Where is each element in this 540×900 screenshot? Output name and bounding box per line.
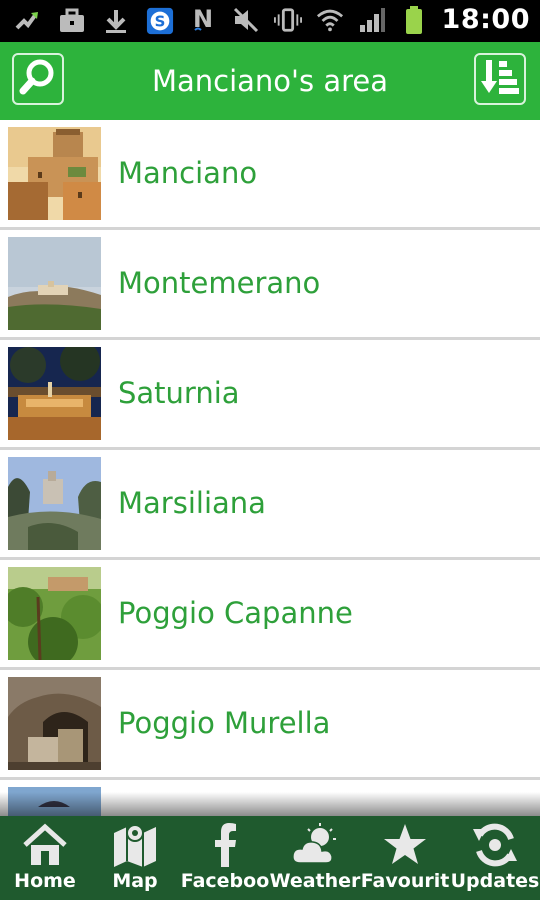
tab-label: Faceboo	[180, 870, 270, 892]
list-item-label: Manciano	[118, 156, 258, 190]
tab-label: Weather	[269, 870, 361, 892]
thumbnail-image	[8, 457, 101, 550]
clock: 18:00	[441, 4, 530, 35]
svg-text:S: S	[155, 13, 166, 31]
tab-label: Updates	[450, 870, 540, 892]
list-item-label: Poggio Capanne	[118, 596, 353, 630]
refresh-icon	[470, 820, 520, 870]
thumbnail-image	[8, 567, 101, 660]
list-item[interactable]: Saturnia	[0, 340, 540, 450]
system-icons: N 18:00	[190, 4, 530, 35]
vibrate-icon	[273, 5, 302, 35]
list-item-label: Montemerano	[118, 266, 321, 300]
tab-home[interactable]: Home	[0, 816, 90, 900]
thumbnail-image	[8, 347, 101, 440]
facebook-icon	[200, 820, 250, 870]
signal-icon	[358, 5, 386, 35]
search-button[interactable]	[12, 53, 64, 105]
tab-weather[interactable]: Weather	[270, 816, 360, 900]
nfc-icon: N	[190, 5, 218, 35]
tab-label: Favourit	[360, 870, 450, 892]
list-item-label: Poggio Murella	[118, 706, 331, 740]
tab-label: Map	[112, 870, 158, 892]
home-icon	[20, 820, 70, 870]
skype-icon: S	[146, 6, 174, 36]
status-bar: S N 18:00	[0, 0, 540, 42]
list-item[interactable]: Montemerano	[0, 230, 540, 340]
usb-debug-icon	[14, 6, 42, 36]
bottom-tab-bar: Home Map Faceboo Weather Favourit Update…	[0, 816, 540, 900]
battery-icon	[400, 5, 428, 35]
tab-favourites[interactable]: Favourit	[360, 816, 450, 900]
list-item[interactable]: Poggio Murella	[0, 670, 540, 780]
thumbnail-image	[8, 677, 101, 770]
tab-updates[interactable]: Updates	[450, 816, 540, 900]
place-list: Manciano Montemerano Saturnia Marsiliana…	[0, 120, 540, 816]
sort-list-icon	[479, 57, 521, 101]
tab-facebook[interactable]: Faceboo	[180, 816, 270, 900]
weather-icon	[290, 820, 340, 870]
briefcase-icon	[58, 6, 86, 36]
thumbnail-image	[8, 127, 101, 220]
list-item[interactable]: Poggio Capanne	[0, 560, 540, 670]
star-icon	[380, 820, 430, 870]
tab-label: Home	[14, 870, 76, 892]
action-bar: Manciano's area	[0, 42, 540, 120]
list-item[interactable]: Marsiliana	[0, 450, 540, 560]
download-icon	[102, 6, 130, 36]
mute-icon	[232, 5, 260, 35]
list-item-label: Saturnia	[118, 376, 240, 410]
scroll-fade	[0, 792, 540, 816]
wifi-icon	[316, 5, 344, 35]
map-icon	[110, 820, 160, 870]
tab-map[interactable]: Map	[90, 816, 180, 900]
notification-icons: S	[14, 6, 174, 36]
list-item[interactable]: Manciano	[0, 120, 540, 230]
list-item-label: Marsiliana	[118, 486, 266, 520]
sort-button[interactable]	[474, 53, 526, 105]
thumbnail-image	[8, 237, 101, 330]
page-title: Manciano's area	[151, 64, 389, 98]
search-icon	[18, 57, 58, 101]
